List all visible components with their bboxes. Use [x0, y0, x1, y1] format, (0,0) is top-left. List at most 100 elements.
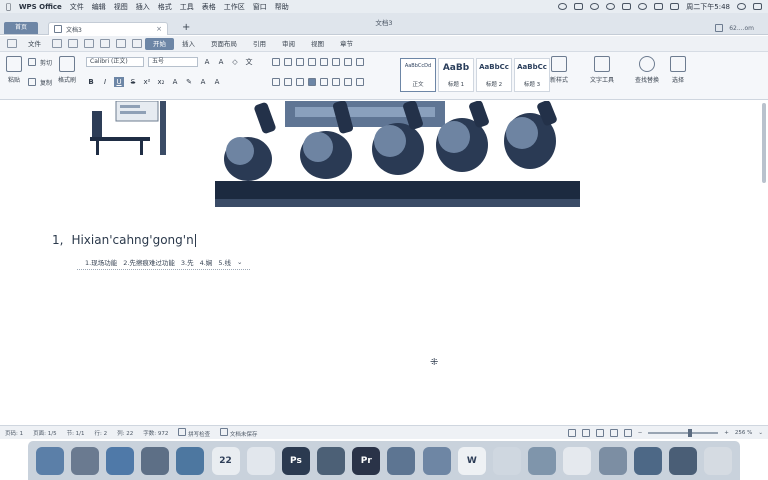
document-canvas[interactable]: 1, Hixian'cahng'gong'n 1.现场功能 2.先擦痕难过功能 …: [0, 101, 768, 424]
menu-item-tools[interactable]: 工具: [180, 2, 194, 12]
justify-icon[interactable]: [308, 78, 316, 86]
spotlight-icon[interactable]: [737, 3, 746, 10]
decrease-indent-icon[interactable]: [296, 58, 304, 66]
new-tab-button[interactable]: +: [182, 22, 190, 34]
dock-bug-app-icon[interactable]: [317, 446, 346, 475]
align-left-icon[interactable]: [272, 78, 280, 86]
paste-button[interactable]: 粘贴: [6, 56, 22, 84]
status-sync-icon[interactable]: [606, 3, 616, 10]
line-spacing-icon[interactable]: [332, 78, 340, 86]
table-icon[interactable]: [356, 58, 364, 66]
dock-preview-icon[interactable]: [563, 446, 592, 475]
home-tab[interactable]: 首页: [4, 22, 38, 34]
dock-swirl-app-icon[interactable]: [422, 446, 451, 475]
wifi-icon[interactable]: [638, 3, 648, 10]
font-color-icon[interactable]: A: [198, 77, 208, 87]
zoom-menu-icon[interactable]: ⌄: [758, 430, 763, 436]
ime-candidate-2[interactable]: 2.先擦痕难过功能: [123, 257, 175, 267]
style-heading-1[interactable]: AaBb 标题 1: [438, 58, 474, 92]
dock-trash-icon[interactable]: [704, 446, 733, 475]
select-button[interactable]: 选择: [670, 56, 686, 84]
status-app-icon[interactable]: [558, 3, 568, 10]
border-icon[interactable]: [356, 78, 364, 86]
tab-home[interactable]: 开始: [145, 37, 174, 50]
menu-item-edit[interactable]: 编辑: [92, 2, 106, 12]
menu-item-workspace[interactable]: 工作区: [224, 2, 245, 12]
dock-finder-icon[interactable]: [35, 446, 64, 475]
show-marks-icon[interactable]: [344, 58, 352, 66]
dock-qq-icon[interactable]: [493, 446, 522, 475]
style-heading-2[interactable]: AaBbCc 标题 2: [476, 58, 512, 92]
eye-icon[interactable]: [567, 428, 576, 437]
settings-icon[interactable]: [715, 24, 724, 32]
status-spellcheck[interactable]: 拼写检查: [178, 427, 210, 438]
menu-item-insert[interactable]: 插入: [136, 2, 150, 12]
dock-xcode-icon[interactable]: [141, 446, 170, 475]
font-size-select[interactable]: 五号: [148, 57, 198, 67]
menu-item-file[interactable]: 文件: [70, 2, 84, 12]
vertical-scrollbar[interactable]: [761, 103, 766, 415]
dock-screen-app-icon[interactable]: [598, 446, 627, 475]
menu-item-view[interactable]: 视图: [114, 2, 128, 12]
sort-icon[interactable]: [332, 58, 340, 66]
highlight-icon[interactable]: ✎: [184, 77, 194, 87]
shading-icon[interactable]: [344, 78, 352, 86]
status-word-count[interactable]: 字数: 972: [143, 429, 168, 437]
chinese-layout-icon[interactable]: [320, 58, 328, 66]
menu-app-name[interactable]: WPS Office: [19, 3, 62, 11]
status-backup[interactable]: 文档未保存: [220, 427, 257, 438]
find-replace-button[interactable]: 查找替换: [635, 56, 659, 84]
undo-icon[interactable]: [116, 39, 126, 48]
status-upload-icon[interactable]: [574, 3, 584, 10]
style-heading-3[interactable]: AaBbCc 标题 3: [514, 58, 550, 92]
grow-font-icon[interactable]: A: [202, 57, 212, 67]
style-normal[interactable]: AaBbCcDd 正文: [400, 58, 436, 92]
bold-icon[interactable]: B: [86, 77, 96, 87]
dock-keynote-icon[interactable]: [387, 446, 416, 475]
dock-premiere-icon[interactable]: Pr: [352, 446, 381, 475]
distribute-icon[interactable]: [320, 78, 328, 86]
zoom-in-button[interactable]: +: [724, 430, 729, 436]
superscript-icon[interactable]: x²: [142, 77, 152, 87]
subscript-icon[interactable]: x₂: [156, 77, 166, 87]
dock-calendar-icon[interactable]: 22: [211, 446, 240, 475]
dock-wechat-icon[interactable]: [528, 446, 557, 475]
menu-item-help[interactable]: 帮助: [275, 2, 289, 12]
list-item[interactable]: 1, Hixian'cahng'gong'n: [52, 233, 196, 247]
menu-icon[interactable]: [7, 39, 17, 48]
scrollbar-thumb[interactable]: [762, 103, 766, 183]
zoom-slider-knob[interactable]: [687, 428, 692, 437]
redo-icon[interactable]: [132, 39, 142, 48]
menu-item-format[interactable]: 格式: [158, 2, 172, 12]
copy-button[interactable]: 复制: [28, 76, 52, 88]
tab-page-layout[interactable]: 页面布局: [203, 38, 245, 50]
clear-format-icon[interactable]: ◇: [230, 57, 240, 67]
zoom-slider[interactable]: [648, 428, 719, 437]
new-style-button[interactable]: 新样式: [550, 56, 568, 84]
tab-references[interactable]: 引用: [245, 38, 274, 50]
dock-people-app-icon[interactable]: [633, 446, 662, 475]
dock-app-store-icon[interactable]: [105, 446, 134, 475]
align-center-icon[interactable]: [284, 78, 292, 86]
export-icon[interactable]: [100, 39, 110, 48]
tab-section[interactable]: 章节: [332, 38, 361, 50]
status-page-count[interactable]: 页面: 1/5: [33, 429, 56, 437]
menubar-clock[interactable]: 周二下午5:48: [686, 2, 730, 12]
print-preview-icon[interactable]: [84, 39, 94, 48]
save-icon[interactable]: [52, 39, 62, 48]
dock-launchpad-icon[interactable]: [70, 446, 99, 475]
notification-center-icon[interactable]: [753, 3, 762, 10]
cut-button[interactable]: 剪切: [28, 56, 52, 68]
dock-wps-g-icon[interactable]: [246, 446, 275, 475]
zoom-level[interactable]: 256 %: [735, 430, 752, 436]
menu-item-table[interactable]: 表格: [202, 2, 216, 12]
increase-indent-icon[interactable]: [308, 58, 316, 66]
print-icon[interactable]: [68, 39, 78, 48]
tab-file[interactable]: 文件: [20, 38, 49, 50]
tab-view[interactable]: 视图: [303, 38, 332, 50]
ime-candidate-3[interactable]: 3.先: [181, 257, 194, 267]
align-right-icon[interactable]: [296, 78, 304, 86]
text-effect-icon[interactable]: A: [170, 77, 180, 87]
shrink-font-icon[interactable]: A: [216, 57, 226, 67]
web-view-icon[interactable]: [609, 428, 618, 437]
